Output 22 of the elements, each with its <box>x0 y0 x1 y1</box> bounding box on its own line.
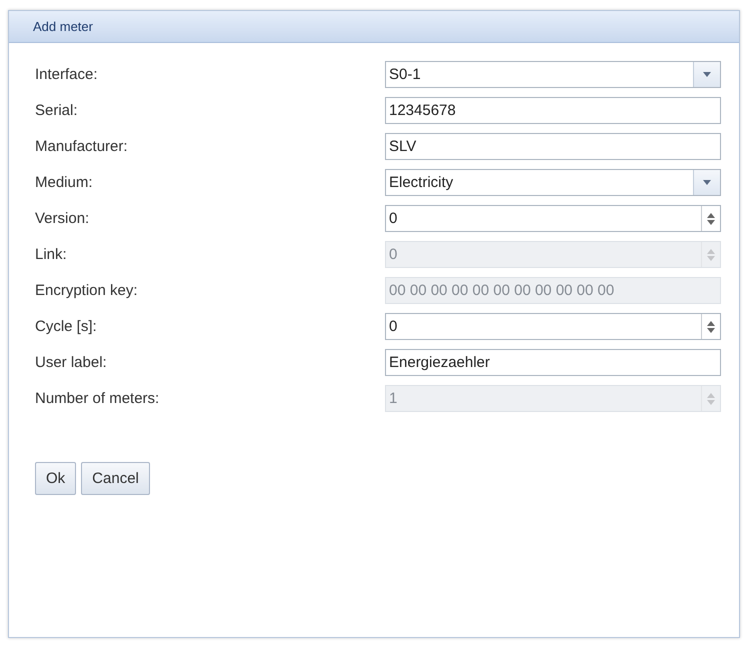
field-label: Interface: <box>35 66 99 83</box>
field-label: Manufacturer: <box>35 138 129 155</box>
dialog-button[interactable]: Cancel <box>81 462 150 495</box>
text-field[interactable]: 12345678 <box>385 97 721 124</box>
dialog-button[interactable]: Ok <box>35 462 76 495</box>
field-label: Medium: <box>35 174 94 191</box>
dropdown-caret-icon[interactable] <box>693 170 720 195</box>
text-field[interactable]: SLV <box>385 133 721 160</box>
field-label: Encryption key: <box>35 282 139 299</box>
dialog-title: Add meter <box>33 19 93 34</box>
number-field[interactable]: 0 <box>385 205 721 232</box>
number-field[interactable]: 0 <box>385 313 721 340</box>
dropdown-caret-icon[interactable] <box>693 62 720 87</box>
field-label: Link: <box>35 246 68 263</box>
field-label: Version: <box>35 210 90 227</box>
field-label: Cycle [s]: <box>35 318 98 335</box>
field-label: Serial: <box>35 102 79 119</box>
text-field[interactable]: Energiezaehler <box>385 349 721 376</box>
dropdown-field[interactable]: S0-1 <box>385 61 721 88</box>
field-label: Number of meters: <box>35 390 160 407</box>
dropdown-field[interactable]: Electricity <box>385 169 721 196</box>
field-label: User label: <box>35 354 108 371</box>
